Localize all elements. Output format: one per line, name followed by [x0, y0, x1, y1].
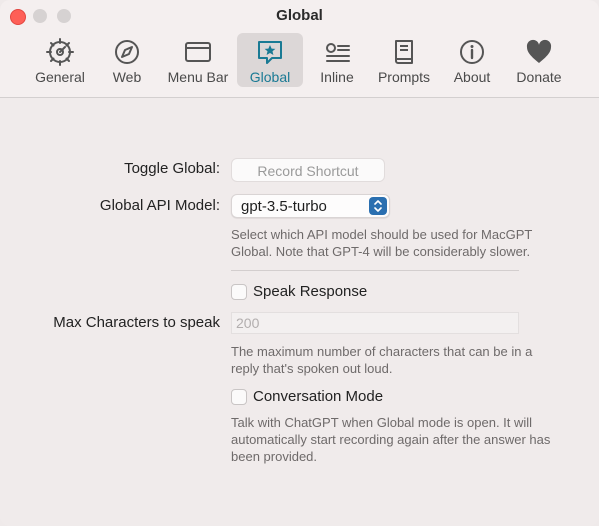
max-characters-label: Max Characters to speak — [53, 314, 220, 331]
tab-label: Donate — [516, 69, 562, 85]
gear-icon — [45, 37, 75, 67]
tab-web[interactable]: Web — [106, 33, 148, 87]
compass-icon — [112, 37, 142, 67]
tab-general[interactable]: General — [30, 33, 90, 87]
tab-label: Inline — [320, 69, 354, 85]
tab-label: About — [453, 69, 491, 85]
tab-about[interactable]: About — [450, 33, 494, 87]
speak-response-checkbox[interactable] — [231, 284, 247, 300]
max-characters-help-text: The maximum number of characters that ca… — [231, 344, 533, 376]
speak-response-label: Speak Response — [253, 283, 368, 300]
list-icon — [322, 37, 352, 67]
conversation-mode-label: Conversation Mode — [253, 388, 384, 405]
info-icon — [457, 37, 487, 67]
window-title: Global — [276, 7, 323, 24]
toggle-global-label: Toggle Global: — [124, 160, 220, 177]
tab-donate[interactable]: Donate — [512, 33, 566, 87]
tab-label: Global — [249, 69, 291, 85]
toolbar: Global General Web Menu Bar Global Inlin… — [0, 0, 599, 98]
tab-label: General — [35, 69, 85, 85]
menubar-window-icon — [183, 37, 213, 67]
tab-global[interactable]: Global — [237, 33, 303, 87]
conversation-mode-checkbox[interactable] — [231, 389, 247, 405]
api-model-value: gpt-3.5-turbo — [241, 198, 327, 215]
tab-label: Web — [112, 69, 142, 85]
tab-prompts[interactable]: Prompts — [374, 33, 434, 87]
api-model-label: Global API Model: — [99, 197, 220, 214]
book-icon — [389, 37, 419, 67]
max-characters-placeholder: 200 — [236, 315, 260, 331]
chevron-up-down-icon — [369, 197, 387, 215]
api-model-help-text: Select which API model should be used fo… — [231, 227, 533, 259]
tab-menu-bar[interactable]: Menu Bar — [164, 33, 232, 87]
star-bubble-icon — [255, 37, 285, 67]
divider — [231, 270, 519, 271]
max-characters-input[interactable]: 200 — [231, 312, 519, 334]
preferences-tabs: General Web Menu Bar Global Inline Promp… — [0, 33, 599, 88]
conversation-mode-help-text: Talk with ChatGPT when Global mode is op… — [231, 415, 551, 464]
tab-label: Prompts — [377, 69, 431, 85]
preferences-window: Global General Web Menu Bar Global Inlin… — [0, 0, 599, 526]
tab-inline[interactable]: Inline — [316, 33, 358, 87]
api-model-select[interactable]: gpt-3.5-turbo — [231, 194, 390, 218]
record-shortcut-button[interactable]: Record Shortcut — [231, 158, 385, 182]
tab-label: Menu Bar — [167, 69, 229, 85]
heart-icon — [524, 37, 554, 67]
